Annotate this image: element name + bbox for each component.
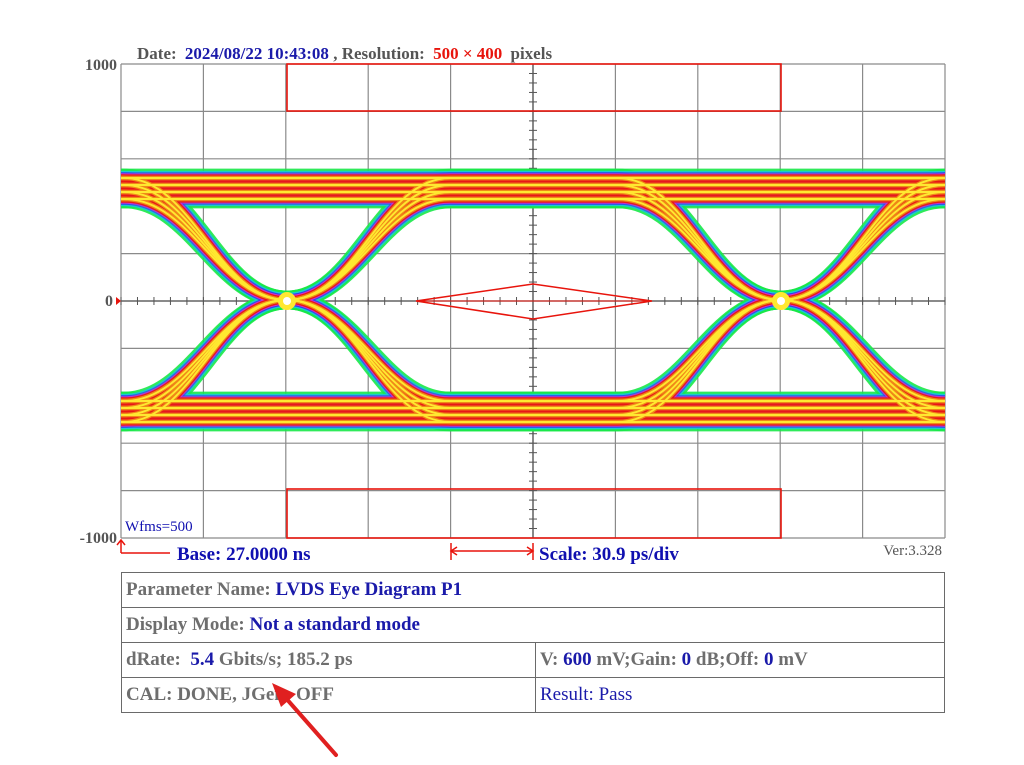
parameter-name-value: LVDS Eye Diagram P1 <box>275 579 463 600</box>
resolution-value: 500 × 400 <box>433 44 502 63</box>
scale-marker <box>449 543 535 560</box>
table-row: Parameter Name: LVDS Eye Diagram P1 <box>121 572 945 608</box>
result-text: Result: Pass <box>540 684 633 705</box>
gain-unit: dB;Off: <box>695 649 760 670</box>
table-row: Display Mode: Not a standard mode <box>121 607 945 643</box>
drate-ps-unit: ps <box>334 649 353 670</box>
eye-crossing-core <box>283 297 291 305</box>
base-label: Base: 27.0000 ns <box>177 544 311 565</box>
parameter-table: Parameter Name: LVDS Eye Diagram P1 Disp… <box>121 572 945 713</box>
display-mode-value: Not a standard mode <box>249 614 420 635</box>
cal-text: CAL: DONE, JGen: OFF <box>126 684 334 705</box>
date-value: 2024/08/22 10:43:08 <box>185 44 329 63</box>
parameter-name-cell: Parameter Name: LVDS Eye Diagram P1 <box>121 572 945 608</box>
gain-value: 0 <box>681 649 692 670</box>
drate-cell: dRate: 5.4 Gbits/s; 185.2 ps <box>121 642 536 678</box>
top-mask <box>286 63 782 112</box>
cal-cell: CAL: DONE, JGen: OFF <box>121 677 536 713</box>
drate-ps-value: 185.2 <box>287 649 330 670</box>
header-line: Date: 2024/08/22 10:43:08 , Resolution: … <box>137 44 552 63</box>
voltage-cell: V: 600 mV;Gain: 0 dB;Off: 0 mV <box>535 642 945 678</box>
y-tick-top: 1000 <box>85 57 117 74</box>
y-tick-bottom: -1000 <box>80 530 117 547</box>
bottom-mask <box>286 488 782 539</box>
off-value: 0 <box>763 649 774 670</box>
display-mode-cell: Display Mode: Not a standard mode <box>121 607 945 643</box>
table-row: CAL: DONE, JGen: OFF Result: Pass <box>121 677 945 713</box>
resolution-label: , Resolution: <box>333 44 425 63</box>
eye-trace <box>121 299 288 402</box>
table-row: dRate: 5.4 Gbits/s; 185.2 ps V: 600 mV;G… <box>121 642 945 678</box>
eye-crossing-core <box>777 297 785 305</box>
y-tick-zero: 0 <box>105 293 113 310</box>
eye-trace <box>121 198 288 301</box>
resolution-unit: pixels <box>511 44 553 63</box>
scale-label: Scale: 30.9 ps/div <box>539 544 679 565</box>
drate-unit: Gbits/s; <box>218 649 283 670</box>
v-value: 600 <box>563 649 592 670</box>
parameter-name-label: Parameter Name: <box>126 579 271 600</box>
drate-value: 5.4 <box>190 649 215 670</box>
display-mode-label: Display Mode: <box>126 614 245 635</box>
base-marker <box>116 538 170 554</box>
result-cell: Result: Pass <box>535 677 945 713</box>
drate-label: dRate: <box>126 649 181 670</box>
v-label: V: <box>540 649 559 670</box>
v-unit: mV;Gain: <box>596 649 677 670</box>
wfms-label: Wfms=500 <box>125 519 193 535</box>
version-label: Ver:3.328 <box>883 543 942 559</box>
date-label: Date: <box>137 44 177 63</box>
off-unit: mV <box>778 649 808 670</box>
